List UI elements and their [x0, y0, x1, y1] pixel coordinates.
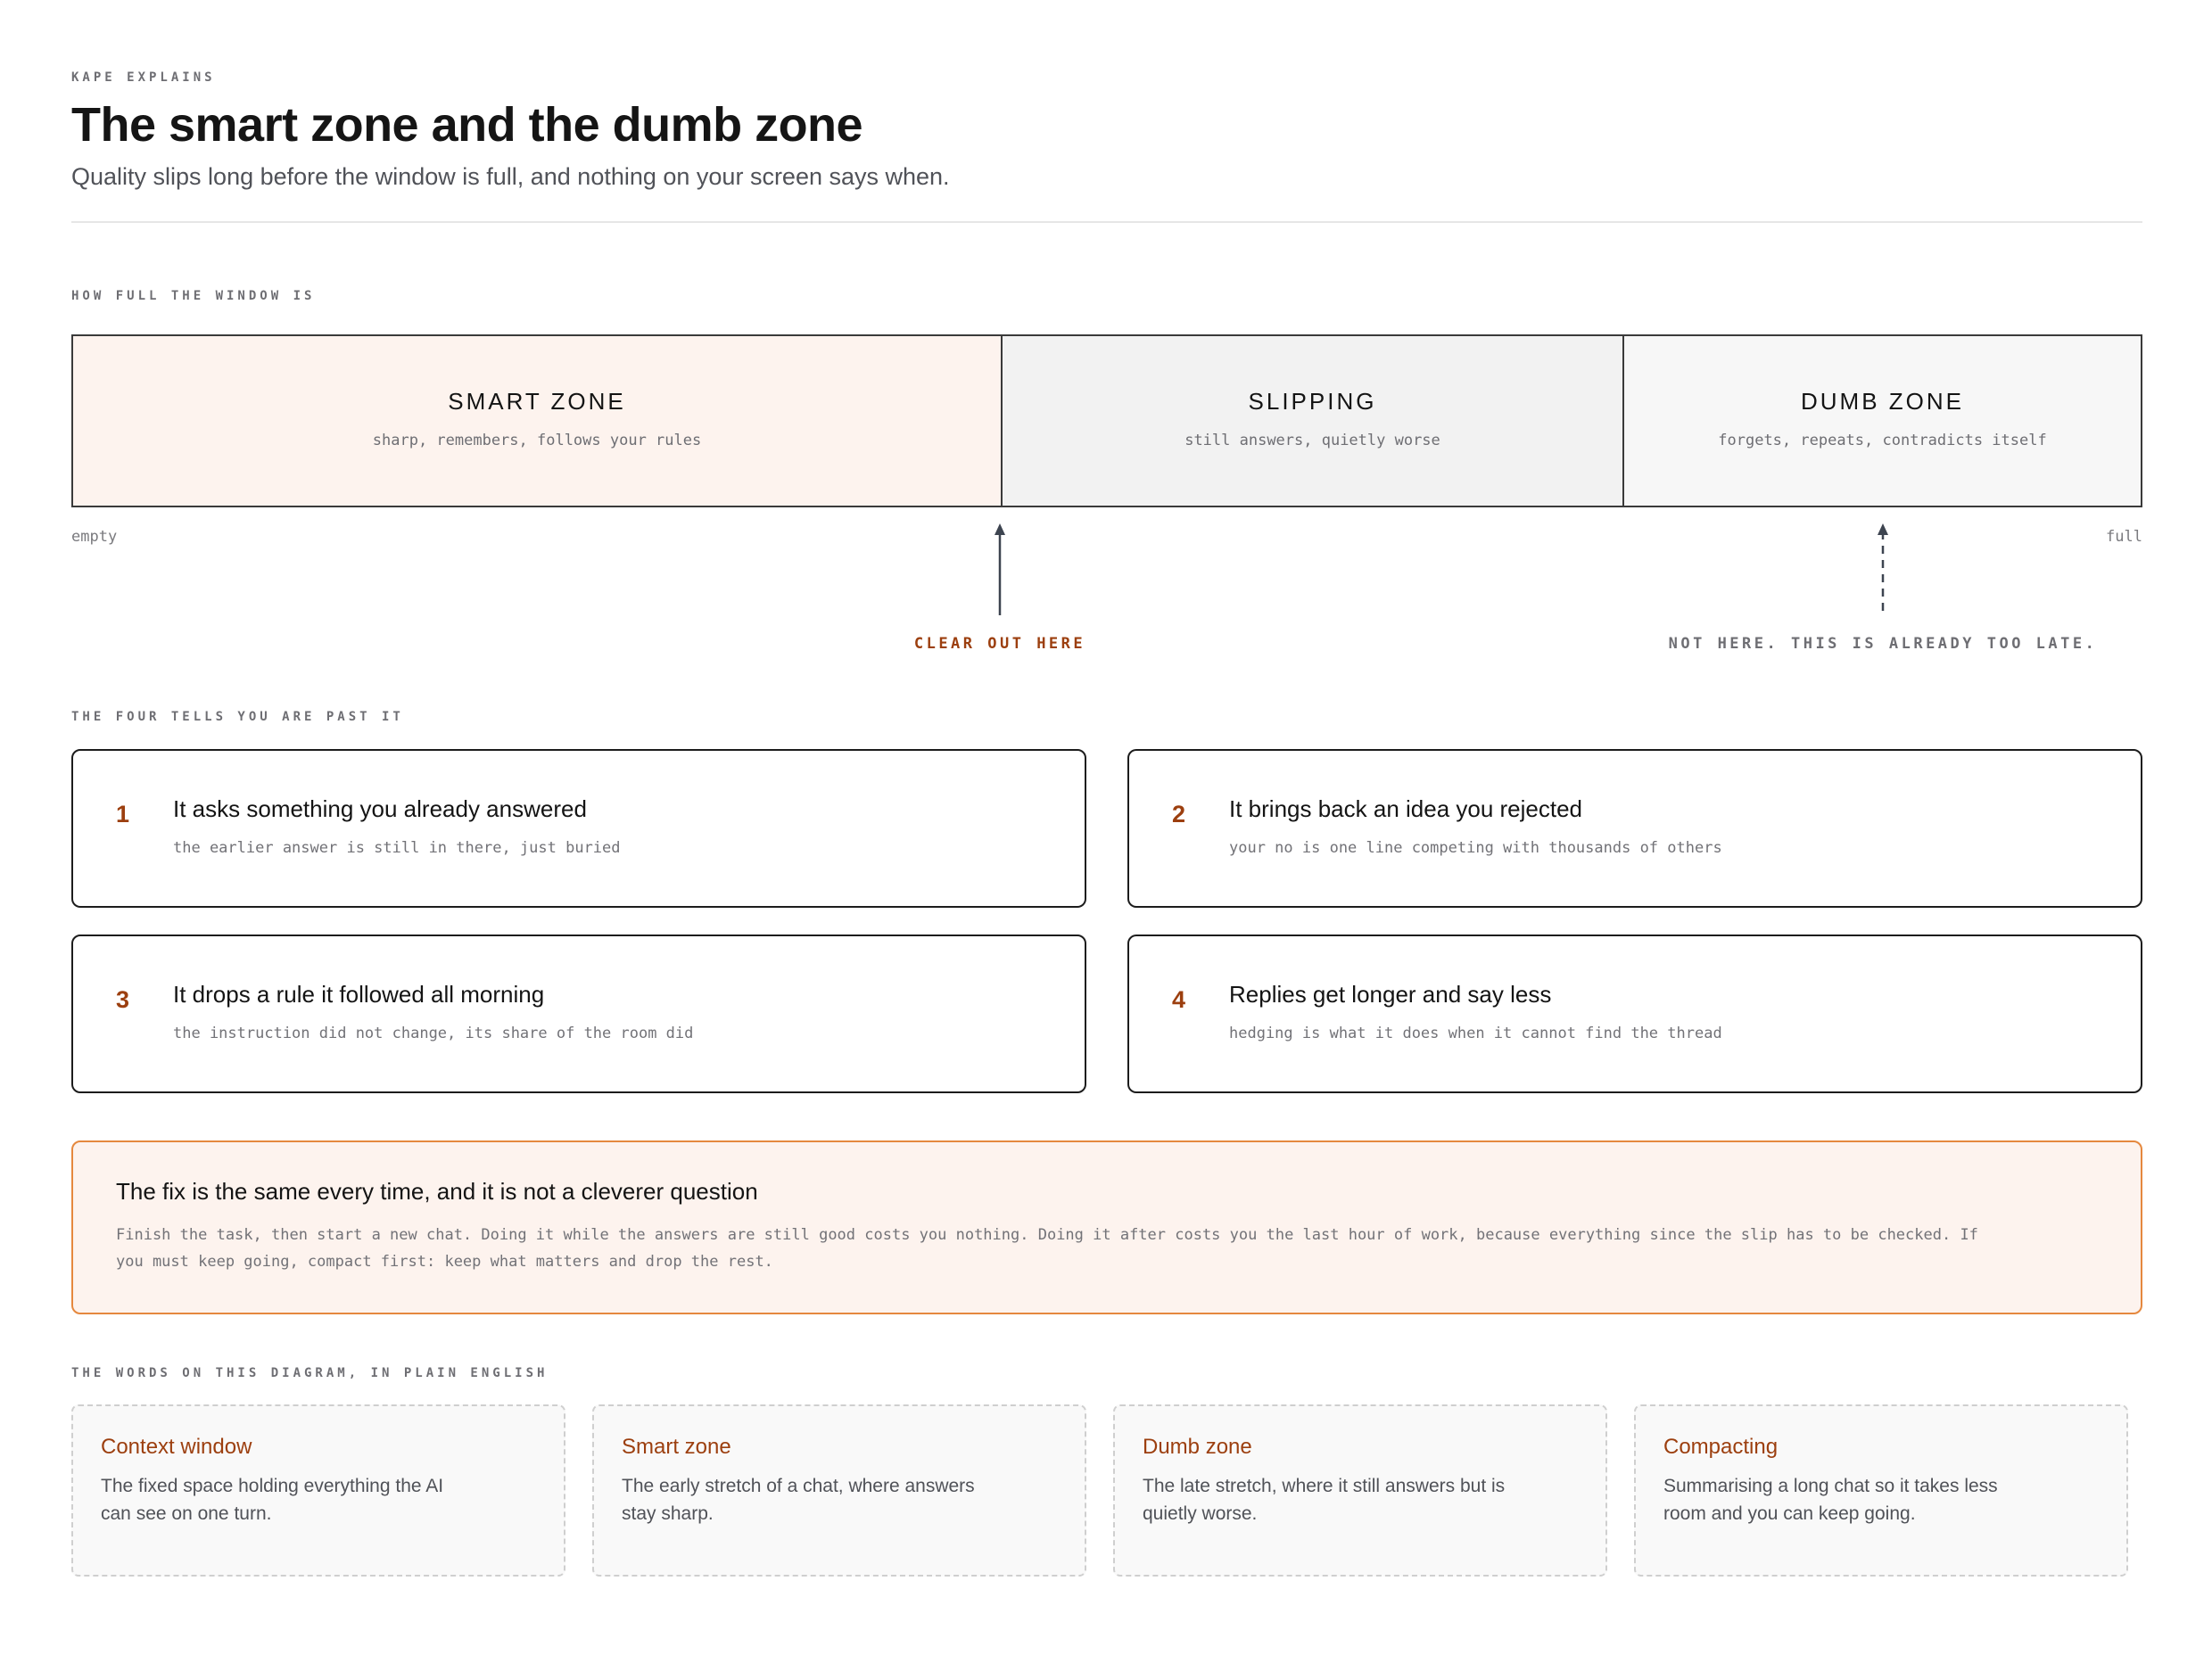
zone-name: SMART ZONE: [448, 387, 626, 415]
context-window-bar: SMART ZONE sharp, remembers, follows you…: [71, 334, 2142, 507]
clear-out-marker-label: CLEAR OUT HERE: [913, 635, 1086, 653]
header-divider: [71, 221, 2142, 223]
zone-name: DUMB ZONE: [1801, 387, 1964, 415]
glossary-card: Smart zone The early stretch of a chat, …: [592, 1404, 1086, 1577]
marker-arrows: [995, 523, 1888, 615]
glossary-definition: The early stretch of a chat, where answe…: [622, 1476, 975, 1524]
zone-slipping: SLIPPING still answers, quietly worse: [1001, 336, 1622, 506]
tell-title: It brings back an idea you rejected: [1229, 795, 1583, 822]
glossary-term: Dumb zone: [1143, 1435, 1252, 1459]
glossary-term: Context window: [101, 1435, 252, 1459]
zone-name: SLIPPING: [1248, 387, 1377, 415]
tell-number: 1: [116, 801, 130, 828]
glossary-card: Dumb zone The late stretch, where it sti…: [1113, 1404, 1607, 1577]
fix-callout: The fix is the same every time, and it i…: [71, 1140, 2142, 1314]
fix-body: Finish the task, then start a new chat. …: [116, 1226, 1978, 1271]
tell-card: 3 It drops a rule it followed all mornin…: [71, 935, 1086, 1093]
tell-title: Replies get longer and say less: [1229, 981, 1552, 1008]
too-late-arrow: [1878, 523, 1888, 615]
tell-description: hedging is what it does when it cannot f…: [1229, 1025, 1722, 1042]
tell-card: 1 It asks something you already answered…: [71, 749, 1086, 908]
tell-number: 3: [116, 986, 130, 1013]
tell-description: the earlier answer is still in there, ju…: [173, 839, 621, 857]
kicker: KAPE EXPLAINS: [71, 70, 216, 85]
glossary-definition: The fixed space holding everything the A…: [101, 1476, 444, 1524]
page-subtitle: Quality slips long before the window is …: [71, 163, 950, 190]
zone-description: forgets, repeats, contradicts itself: [1718, 431, 2047, 449]
tell-card: 4 Replies get longer and say less hedgin…: [1127, 935, 2142, 1093]
glossary-definition: The late stretch, where it still answers…: [1143, 1476, 1506, 1524]
zone-description: sharp, remembers, follows your rules: [372, 431, 702, 449]
tells-section-label: THE FOUR TELLS YOU ARE PAST IT: [71, 710, 404, 724]
zone-smart: SMART ZONE sharp, remembers, follows you…: [73, 336, 1001, 506]
zone-description: still answers, quietly worse: [1184, 431, 1440, 449]
glossary-card: Compacting Summarising a long chat so it…: [1634, 1404, 2128, 1577]
tell-number: 4: [1172, 986, 1186, 1013]
glossary-term: Compacting: [1663, 1435, 1779, 1459]
glossary-section-label: THE WORDS ON THIS DIAGRAM, IN PLAIN ENGL…: [71, 1366, 549, 1380]
window-bar-label: HOW FULL THE WINDOW IS: [71, 289, 316, 303]
tell-description: your no is one line competing with thous…: [1229, 839, 1722, 857]
glossary-definition: Summarising a long chat so it takes less…: [1663, 1476, 1998, 1524]
glossary-card: Context window The fixed space holding e…: [71, 1404, 565, 1577]
tell-card: 2 It brings back an idea you rejected yo…: [1127, 749, 2142, 908]
clear-out-arrow: [995, 523, 1005, 615]
too-late-marker-label: NOT HERE. THIS IS ALREADY TOO LATE.: [1668, 635, 2098, 653]
fix-title: The fix is the same every time, and it i…: [116, 1178, 758, 1205]
glossary-term: Smart zone: [622, 1435, 731, 1459]
page-title: The smart zone and the dumb zone: [71, 98, 863, 152]
tell-description: the instruction did not change, its shar…: [173, 1025, 694, 1042]
zone-dumb: DUMB ZONE forgets, repeats, contradicts …: [1622, 336, 2141, 506]
tell-title: It drops a rule it followed all morning: [173, 981, 545, 1008]
tell-title: It asks something you already answered: [173, 795, 587, 822]
tell-number: 2: [1172, 801, 1186, 828]
